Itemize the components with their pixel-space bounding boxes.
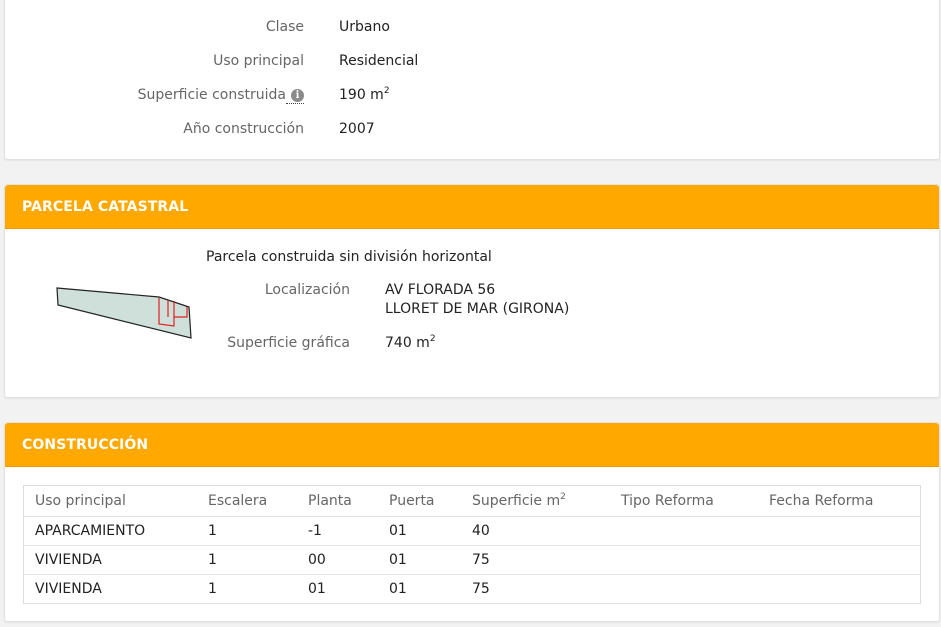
ano-construccion-value: 2007 — [339, 121, 375, 137]
table-row: APARCAMIENTO 1 -1 01 40 — [24, 516, 920, 546]
localizacion-line2: LLORET DE MAR (GIRONA) — [385, 301, 570, 317]
superficie-construida-value: 190 m — [339, 87, 384, 103]
info-tooltip-trigger[interactable]: i — [286, 87, 304, 104]
superficie-construida-label-wrap: Superficie construida i — [138, 85, 304, 105]
cell-planta: 00 — [297, 545, 378, 575]
cell-uso: VIVIENDA — [24, 545, 197, 575]
table-header-row: Uso principal Escalera Planta Puerta Sup… — [24, 486, 920, 517]
col-superficie: Superficie m2 — [461, 486, 610, 517]
cell-planta: -1 — [297, 516, 378, 546]
localizacion-label: Localización — [264, 282, 350, 298]
parcel-shape — [56, 287, 192, 339]
cell-escalera: 1 — [197, 516, 297, 546]
cell-superficie: 75 — [461, 545, 610, 575]
construccion-panel: CONSTRUCCIÓN Uso principal Escalera Plan… — [4, 422, 940, 622]
cell-superficie: 75 — [472, 580, 490, 597]
parcela-header: PARCELA CATASTRAL — [5, 185, 939, 229]
cell-puerta: 01 — [378, 545, 461, 575]
localizacion-line1: AV FLORADA 56 — [385, 282, 496, 298]
parcel-map[interactable] — [55, 285, 197, 343]
inmueble-panel: Clase Urbano Uso principal Residencial S… — [4, 0, 940, 160]
info-icon[interactable]: i — [291, 89, 304, 102]
clase-value: Urbano — [339, 19, 390, 35]
superficie-grafica-unit-sup: 2 — [429, 334, 436, 344]
row-ano-construccion: Año construcción 2007 — [5, 119, 939, 139]
col-superficie-label: Superficie m — [472, 492, 561, 509]
cell-puerta: 01 — [378, 516, 461, 546]
uso-principal-value: Residencial — [339, 53, 419, 69]
cell-planta: 01 — [308, 580, 326, 597]
superficie-construida-label: Superficie construida — [137, 87, 286, 103]
cell-escalera: 1 — [197, 545, 297, 575]
parcela-description: Parcela construida sin división horizont… — [206, 249, 492, 265]
clase-label: Clase — [265, 19, 304, 35]
col-planta: Planta — [297, 486, 378, 517]
col-uso-principal: Uso principal — [24, 486, 197, 517]
cell-superficie: 40 — [461, 516, 610, 546]
col-fecha-reforma: Fecha Reforma — [758, 486, 920, 517]
superficie-construida-value-wrap: 190 m2 — [339, 85, 390, 105]
cell-puerta: 01 — [389, 580, 407, 597]
cell-tipo-reforma — [610, 545, 758, 575]
col-superficie-sup: 2 — [560, 491, 566, 502]
cell-uso: VIVIENDA — [35, 580, 102, 597]
row-superficie-construida: Superficie construida i 190 m2 — [5, 85, 939, 105]
parcela-header-title: PARCELA CATASTRAL — [22, 199, 189, 215]
cell-escalera: 1 — [208, 580, 217, 597]
superficie-construida-unit-sup: 2 — [383, 86, 390, 96]
cell-tipo-reforma — [610, 574, 758, 603]
cell-uso: APARCAMIENTO — [24, 516, 197, 546]
construccion-table-wrap: Uso principal Escalera Planta Puerta Sup… — [23, 485, 921, 604]
col-puerta: Puerta — [378, 486, 461, 517]
col-escalera: Escalera — [197, 486, 297, 517]
localizacion-value: AV FLORADA 56 LLORET DE MAR (GIRONA) — [385, 281, 569, 319]
construccion-header-title: CONSTRUCCIÓN — [22, 437, 149, 453]
cell-fecha-reforma — [758, 545, 920, 575]
col-tipo-reforma: Tipo Reforma — [610, 486, 758, 517]
parcela-panel: PARCELA CATASTRAL Parcela construida sin… — [4, 184, 940, 398]
construccion-header: CONSTRUCCIÓN — [5, 423, 939, 467]
row-clase: Clase Urbano — [5, 17, 939, 37]
row-uso-principal: Uso principal Residencial — [5, 51, 939, 71]
ano-construccion-label: Año construcción — [183, 121, 304, 137]
cell-tipo-reforma — [610, 516, 758, 546]
uso-principal-label: Uso principal — [213, 53, 304, 69]
cell-fecha-reforma — [758, 574, 920, 603]
superficie-grafica-value: 740 m — [385, 335, 430, 351]
cell-fecha-reforma — [758, 516, 920, 546]
superficie-grafica-label: Superficie gráfica — [227, 335, 350, 351]
table-row: VIVIENDA 1 00 01 75 — [24, 545, 920, 575]
superficie-grafica-value-wrap: 740 m2 — [385, 334, 436, 353]
construccion-table: Uso principal Escalera Planta Puerta Sup… — [24, 486, 920, 603]
table-row: VIVIENDA 1 01 01 75 — [24, 574, 920, 603]
